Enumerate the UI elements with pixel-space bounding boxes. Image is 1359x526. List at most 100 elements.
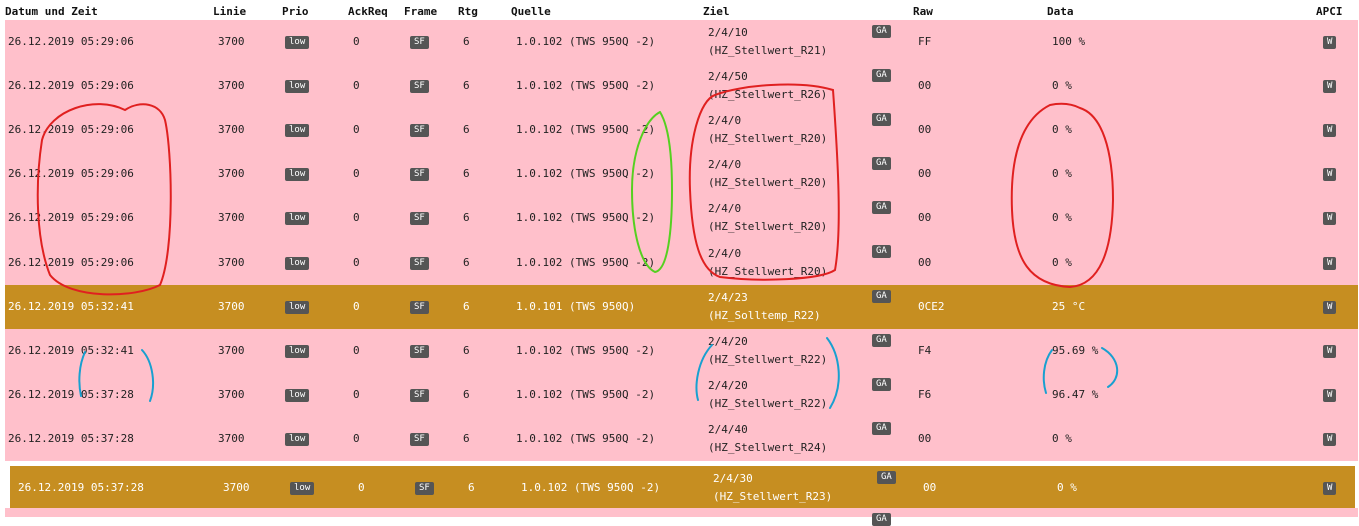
cell-linie: 3700	[218, 167, 245, 180]
cell-ackreq: 0	[353, 388, 360, 401]
ga-badge: GA	[872, 245, 891, 258]
table-row[interactable]: 26.12.2019 05:29:06 3700 low 0 SF 6 1.0.102 (T…	[5, 20, 1358, 64]
col-header-rtg[interactable]: Rtg	[458, 5, 478, 18]
ziel-address: 2/4/0	[708, 247, 742, 260]
cell-ziel[interactable]: 2/4/30 (HZ_Stellwert_R23)	[713, 470, 832, 506]
cell-datum: 26.12.2019 05:32:41	[8, 344, 134, 357]
apci-badge: W	[1323, 168, 1337, 181]
table-row[interactable]: 26.12.2019 05:37:28 3700 low 0 SF 6 1.0.102 (T…	[5, 417, 1358, 461]
table-row[interactable]: 26.12.2019 05:32:41 3700 low 0 SF 6 1.0.101 (T…	[5, 285, 1358, 329]
cell-ziel[interactable]: 2/4/20 (HZ_Stellwert_R22)	[708, 333, 827, 369]
col-header-ziel[interactable]: Ziel	[703, 5, 730, 18]
cell-quelle[interactable]: 1.0.102 (TWS 950Q -2)	[516, 430, 655, 448]
cell-quelle[interactable]: 1.0.102 (TWS 950Q -2)	[516, 254, 655, 272]
cell-raw: 00	[918, 167, 932, 180]
cell-quelle[interactable]: 1.0.102 (TWS 950Q -2)	[516, 209, 655, 227]
cell-data: 25 °C	[1052, 300, 1086, 313]
cell-linie: 3700	[223, 481, 250, 494]
ziel-name: (HZ_Stellwert_R20)	[708, 132, 828, 145]
cell-quelle[interactable]: 1.0.102 (TWS 950Q -2)	[516, 121, 655, 139]
cell-rtg: 6	[463, 388, 470, 401]
apci-badge: W	[1323, 482, 1337, 495]
ziel-address: 2/4/0	[708, 114, 742, 127]
ga-badge: GA	[877, 471, 896, 484]
table-row[interactable]: 26.12.2019 05:29:06 3700 low 0 SF 6 1.0.102 (T…	[5, 152, 1358, 196]
cell-ackreq: 0	[353, 123, 360, 136]
col-header-datum[interactable]: Datum und Zeit	[5, 5, 98, 18]
ziel-name: (HZ_Stellwert_R21)	[708, 44, 828, 57]
cell-quelle[interactable]: 1.0.102 (TWS 950Q -2)	[516, 77, 655, 95]
prio-badge: low	[285, 433, 310, 446]
col-header-apci[interactable]: APCI	[1316, 5, 1343, 18]
cell-data: 0 %	[1052, 123, 1072, 136]
table-row[interactable]: 26.12.2019 05:29:06 3700 low 0 SF 6 1.0.102 (T…	[5, 196, 1358, 240]
ga-badge: GA	[872, 513, 891, 526]
cell-ackreq: 0	[353, 167, 360, 180]
table-row[interactable]: 26.12.2019 05:37:28 3700 low 0 SF 6 1.0.102 (T…	[5, 373, 1358, 417]
prio-badge: low	[285, 212, 310, 225]
apci-badge: W	[1323, 301, 1337, 314]
cell-datum: 26.12.2019 05:29:06	[8, 35, 134, 48]
cell-datum: 26.12.2019 05:29:06	[8, 167, 134, 180]
prio-badge: low	[285, 168, 310, 181]
ga-badge: GA	[872, 201, 891, 214]
ziel-address: 2/4/50	[708, 70, 748, 83]
frame-badge: SF	[410, 345, 429, 358]
cell-datum: 26.12.2019 05:29:06	[8, 79, 134, 92]
frame-badge: SF	[410, 301, 429, 314]
cell-ziel[interactable]: 2/4/40 (HZ_Stellwert_R24)	[708, 421, 827, 457]
col-header-prio[interactable]: Prio	[282, 5, 309, 18]
cell-ziel[interactable]: 2/4/0 (HZ_Stellwert_R20)	[708, 200, 827, 236]
cell-rtg: 6	[463, 432, 470, 445]
cell-ackreq: 0	[353, 79, 360, 92]
prio-badge: low	[290, 482, 315, 495]
cell-linie: 3700	[218, 388, 245, 401]
ziel-name: (HZ_Stellwert_R23)	[713, 490, 833, 503]
cell-ackreq: 0	[353, 344, 360, 357]
table-row[interactable]: 26.12.2019 05:29:06 3700 low 0 SF 6 1.0.102 (T…	[5, 64, 1358, 108]
cell-quelle[interactable]: 1.0.102 (TWS 950Q -2)	[516, 342, 655, 360]
col-header-quelle[interactable]: Quelle	[511, 5, 551, 18]
cell-quelle[interactable]: 1.0.101 (TWS 950Q)	[516, 298, 635, 316]
cell-quelle[interactable]: 1.0.102 (TWS 950Q -2)	[516, 33, 655, 51]
ga-badge: GA	[872, 113, 891, 126]
cell-raw: 00	[918, 256, 932, 269]
frame-badge: SF	[410, 257, 429, 270]
col-header-frame[interactable]: Frame	[404, 5, 437, 18]
table-row[interactable]: 26.12.2019 05:29:06 3700 low 0 SF 6 1.0.102 (T…	[5, 240, 1358, 285]
cell-ziel[interactable]: 2/4/23 (HZ_Solltemp_R22)	[708, 289, 821, 325]
cell-linie: 3700	[218, 344, 245, 357]
table-row[interactable]: 26.12.2019 05:32:41 3700 low 0 SF 6 1.0.102 (T…	[5, 329, 1358, 373]
cell-linie: 3700	[218, 79, 245, 92]
col-header-linie[interactable]: Linie	[213, 5, 246, 18]
table-row[interactable]: 26.12.2019 05:37:28 3700 low 0 SF 6 1.0.102 (T…	[10, 466, 1355, 509]
cell-ziel[interactable]: 2/4/10 (HZ_Stellwert_R21)	[708, 24, 827, 60]
cell-linie: 3700	[218, 432, 245, 445]
cell-ziel[interactable]: 2/4/0 (HZ_Stellwert_R20)	[708, 245, 827, 281]
cell-ziel[interactable]: 2/4/0 (HZ_Stellwert_R20)	[708, 156, 827, 192]
cell-quelle[interactable]: 1.0.102 (TWS 950Q -2)	[516, 386, 655, 404]
cell-linie: 3700	[218, 256, 245, 269]
col-header-ackreq[interactable]: AckReq	[348, 5, 388, 18]
ga-badge: GA	[872, 334, 891, 347]
ziel-address: 2/4/30	[713, 472, 753, 485]
ziel-name: (HZ_Stellwert_R20)	[708, 265, 828, 278]
frame-badge: SF	[410, 168, 429, 181]
cell-data: 0 %	[1052, 256, 1072, 269]
cell-raw: 00	[923, 481, 937, 494]
cell-ziel[interactable]: 2/4/50 (HZ_Stellwert_R26)	[708, 68, 827, 104]
cell-quelle[interactable]: 1.0.102 (TWS 950Q -2)	[516, 165, 655, 183]
ziel-name: (HZ_Stellwert_R22)	[708, 353, 828, 366]
table-row-partial[interactable]: GA	[5, 508, 1358, 526]
table-row[interactable]: 26.12.2019 05:29:06 3700 low 0 SF 6 1.0.102 (T…	[5, 108, 1358, 152]
prio-badge: low	[285, 301, 310, 314]
cell-ziel[interactable]: 2/4/0 (HZ_Stellwert_R20)	[708, 112, 827, 148]
ziel-address: 2/4/20	[708, 379, 748, 392]
col-header-data[interactable]: Data	[1047, 5, 1074, 18]
cell-ziel[interactable]: 2/4/20 (HZ_Stellwert_R22)	[708, 377, 827, 413]
ga-badge: GA	[872, 378, 891, 391]
cell-quelle[interactable]: 1.0.102 (TWS 950Q -2)	[521, 479, 660, 497]
col-header-raw[interactable]: Raw	[913, 5, 933, 18]
ga-badge: GA	[872, 69, 891, 82]
apci-badge: W	[1323, 257, 1337, 270]
